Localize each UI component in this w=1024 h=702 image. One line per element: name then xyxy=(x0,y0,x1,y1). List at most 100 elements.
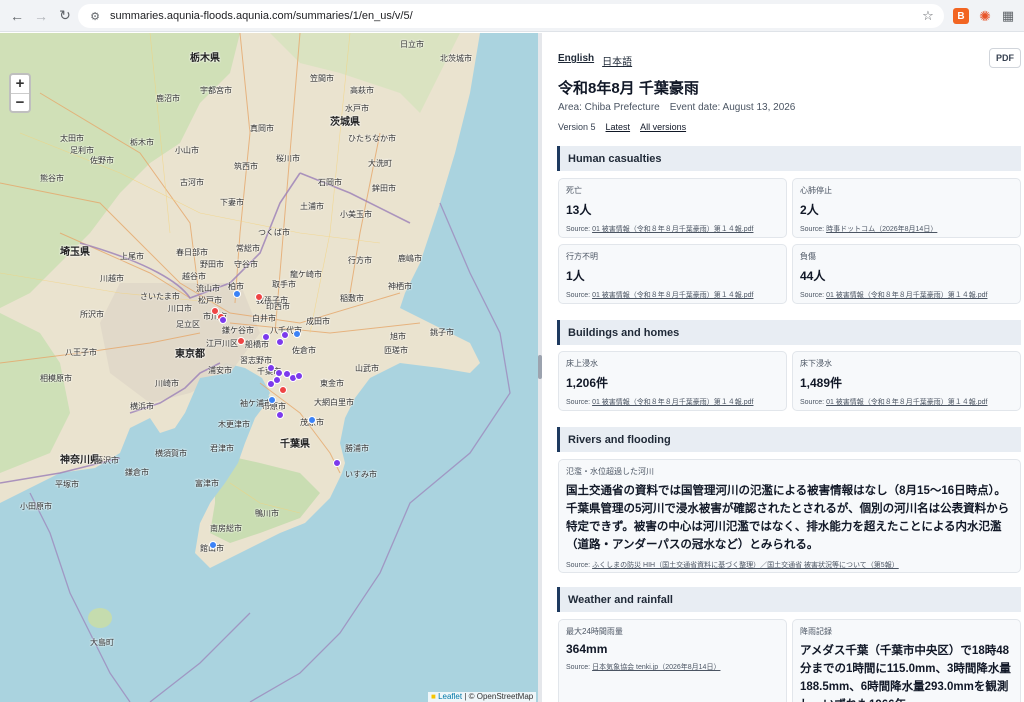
map-label-kanagawa: 神奈川県 xyxy=(60,455,100,466)
browser-toolbar: ← → ↻ ⚙ summaries.aqunia-floods.aqunia.c… xyxy=(0,0,1024,32)
source-link[interactable]: 日本気象協会 tenki.jp（2026年8月14日） xyxy=(592,664,720,671)
map-label-tochigi: 栃木県 xyxy=(190,53,220,64)
map-label-hokota: 鉾田市 xyxy=(372,184,396,193)
stat-value: 364mm xyxy=(566,642,608,656)
map-label-kasama: 笠間市 xyxy=(310,74,334,83)
map-marker[interactable] xyxy=(333,459,341,467)
map-marker[interactable] xyxy=(262,333,270,341)
source-link[interactable]: 01 被害情報（令和８年８月千葉豪雨）第１４報.pdf xyxy=(592,226,753,233)
map-marker[interactable] xyxy=(279,386,287,394)
map-label-fujisawa: 藤沢市 xyxy=(95,456,119,465)
forward-icon[interactable]: → xyxy=(30,5,52,27)
map-label-omitama: 小美玉市 xyxy=(340,210,372,219)
map-label-saitama-city: さいたま市 xyxy=(140,292,180,301)
map-label-yokohama: 横浜市 xyxy=(130,402,154,411)
area-text: Area: Chiba Prefecture xyxy=(558,102,660,113)
map-label-isumi: いすみ市 xyxy=(345,470,377,479)
source-link[interactable]: ふくしまの防災 HIH（国土交通省資料に基づく整理）／国土交通省 被害状況等につ… xyxy=(592,562,899,569)
map-label-koshigaya: 越谷市 xyxy=(182,272,206,281)
all-versions-link[interactable]: All versions xyxy=(640,122,686,132)
map-label-kanuma: 鹿沼市 xyxy=(156,94,180,103)
stat-value: 44人 xyxy=(800,269,826,283)
text-card-label: 氾濫・水位超過した河川 xyxy=(566,467,654,476)
extension-icon[interactable]: B xyxy=(953,8,969,24)
map-label-togane: 東金市 xyxy=(320,379,344,388)
bookmark-star-icon[interactable]: ☆ xyxy=(918,8,938,24)
latest-link[interactable]: Latest xyxy=(606,122,631,132)
text-card-body: アメダス千葉（千葉市中央区）で18時48分までの1時間に115.0mm、3時間降… xyxy=(800,645,1011,702)
lang-japanese-link[interactable]: 日本語 xyxy=(602,53,632,68)
map-marker[interactable] xyxy=(233,290,241,298)
site-info-icon[interactable]: ⚙ xyxy=(88,9,102,23)
map-label-ageo: 上尾市 xyxy=(120,252,144,261)
language-switcher: English 日本語 xyxy=(558,53,632,68)
source-link[interactable]: 01 被害情報（令和８年８月千葉豪雨）第１４報.pdf xyxy=(592,292,753,299)
map-marker[interactable] xyxy=(268,396,276,404)
stat-source: Source: 01 被害情報（令和８年８月千葉豪雨）第１４報.pdf xyxy=(800,290,1013,300)
map-marker[interactable] xyxy=(276,338,284,346)
source-link[interactable]: 01 被害情報（令和８年８月千葉豪雨）第１４報.pdf xyxy=(826,399,987,406)
zoom-in-button[interactable]: + xyxy=(11,75,29,93)
source-prefix: Source: xyxy=(800,399,825,406)
map-label-ota: 太田市 xyxy=(60,134,84,143)
map-marker[interactable] xyxy=(293,330,301,338)
map-marker[interactable] xyxy=(219,316,227,324)
map-label-nagareyama: 流山市 xyxy=(196,284,220,293)
map-label-inzai: 印西市 xyxy=(266,302,290,311)
url-text[interactable]: summaries.aqunia-floods.aqunia.com/summa… xyxy=(110,10,918,22)
map-label-moriya: 守谷市 xyxy=(234,260,258,269)
source-prefix: Source: xyxy=(566,664,591,671)
lang-english-link[interactable]: English xyxy=(558,53,594,68)
stat-card-above-floor: 床上浸水 1,206件 Source: 01 被害情報（令和８年８月千葉豪雨）第… xyxy=(558,351,787,411)
map-label-kimitsu: 君津市 xyxy=(210,444,234,453)
source-prefix: Source: xyxy=(566,292,591,299)
stat-label: 床上浸水 xyxy=(566,359,598,368)
osm-attribution[interactable]: | © OpenStreetMap xyxy=(464,692,533,701)
source-link[interactable]: 01 被害情報（令和８年８月千葉豪雨）第１４報.pdf xyxy=(826,292,987,299)
map-label-matsudo: 松戸市 xyxy=(198,296,222,305)
stat-label: 負傷 xyxy=(800,252,816,261)
map-marker[interactable] xyxy=(308,416,316,424)
map-label-takahagi: 高萩市 xyxy=(350,86,374,95)
stat-card-deaths: 死亡 13人 Source: 01 被害情報（令和８年８月千葉豪雨）第１４報.p… xyxy=(558,178,787,238)
map-marker[interactable] xyxy=(267,380,275,388)
map-label-kawasaki: 川崎市 xyxy=(155,379,179,388)
stat-value: 13人 xyxy=(566,203,592,217)
address-bar[interactable]: ⚙ summaries.aqunia-floods.aqunia.com/sum… xyxy=(78,4,944,28)
map-label-inashiki: 稲敷市 xyxy=(340,294,364,303)
map-marker[interactable] xyxy=(255,293,263,301)
zoom-out-button[interactable]: − xyxy=(11,92,29,112)
map-marker[interactable] xyxy=(295,372,303,380)
map-label-ibaraki: 茨城県 xyxy=(330,117,360,128)
leaflet-link[interactable]: Leaflet xyxy=(438,692,462,701)
extension-sparkle-icon[interactable]: ✺ xyxy=(977,8,993,24)
source-link[interactable]: 時事ドットコム（2026年8月14日） xyxy=(826,226,937,233)
pdf-button[interactable]: PDF xyxy=(989,48,1021,68)
text-card-label: 降雨記録 xyxy=(800,627,832,636)
stat-label: 最大24時間雨量 xyxy=(566,627,623,636)
source-prefix: Source: xyxy=(800,292,825,299)
map-label-hitachinaka: ひたちなか市 xyxy=(348,134,396,143)
map-label-ashikaga: 足利市 xyxy=(70,146,94,155)
map-label-odawara: 小田原市 xyxy=(20,502,52,511)
map[interactable]: 東京都 千葉県 神奈川県 埼玉県 栃木県 茨城県 館山市 市川市 船橋市 千葉市… xyxy=(0,33,538,702)
map-marker[interactable] xyxy=(237,337,245,345)
map-label-edogawa: 江戸川区 xyxy=(206,339,238,348)
map-label-sosa: 匝瑳市 xyxy=(384,346,408,355)
map-label-tokorozawa: 所沢市 xyxy=(80,310,104,319)
map-marker[interactable] xyxy=(209,541,217,549)
source-prefix: Source: xyxy=(566,226,591,233)
reload-icon[interactable]: ↻ xyxy=(54,5,76,27)
map-label-kawagoe: 川越市 xyxy=(100,274,124,283)
map-marker[interactable] xyxy=(281,331,289,339)
map-label-kamagaya: 鎌ケ谷市 xyxy=(222,326,254,335)
source-link[interactable]: 01 被害情報（令和８年８月千葉豪雨）第１４報.pdf xyxy=(592,399,753,406)
page-title: 令和8年8月 千葉豪雨 xyxy=(558,80,699,97)
map-marker[interactable] xyxy=(276,411,284,419)
map-label-oyama: 小山市 xyxy=(175,146,199,155)
map-label-koga: 古河市 xyxy=(180,178,204,187)
extensions-puzzle-icon[interactable]: ▦ xyxy=(1000,8,1016,24)
map-marker[interactable] xyxy=(267,364,275,372)
map-label-sano: 佐野市 xyxy=(90,156,114,165)
back-icon[interactable]: ← xyxy=(6,5,28,27)
